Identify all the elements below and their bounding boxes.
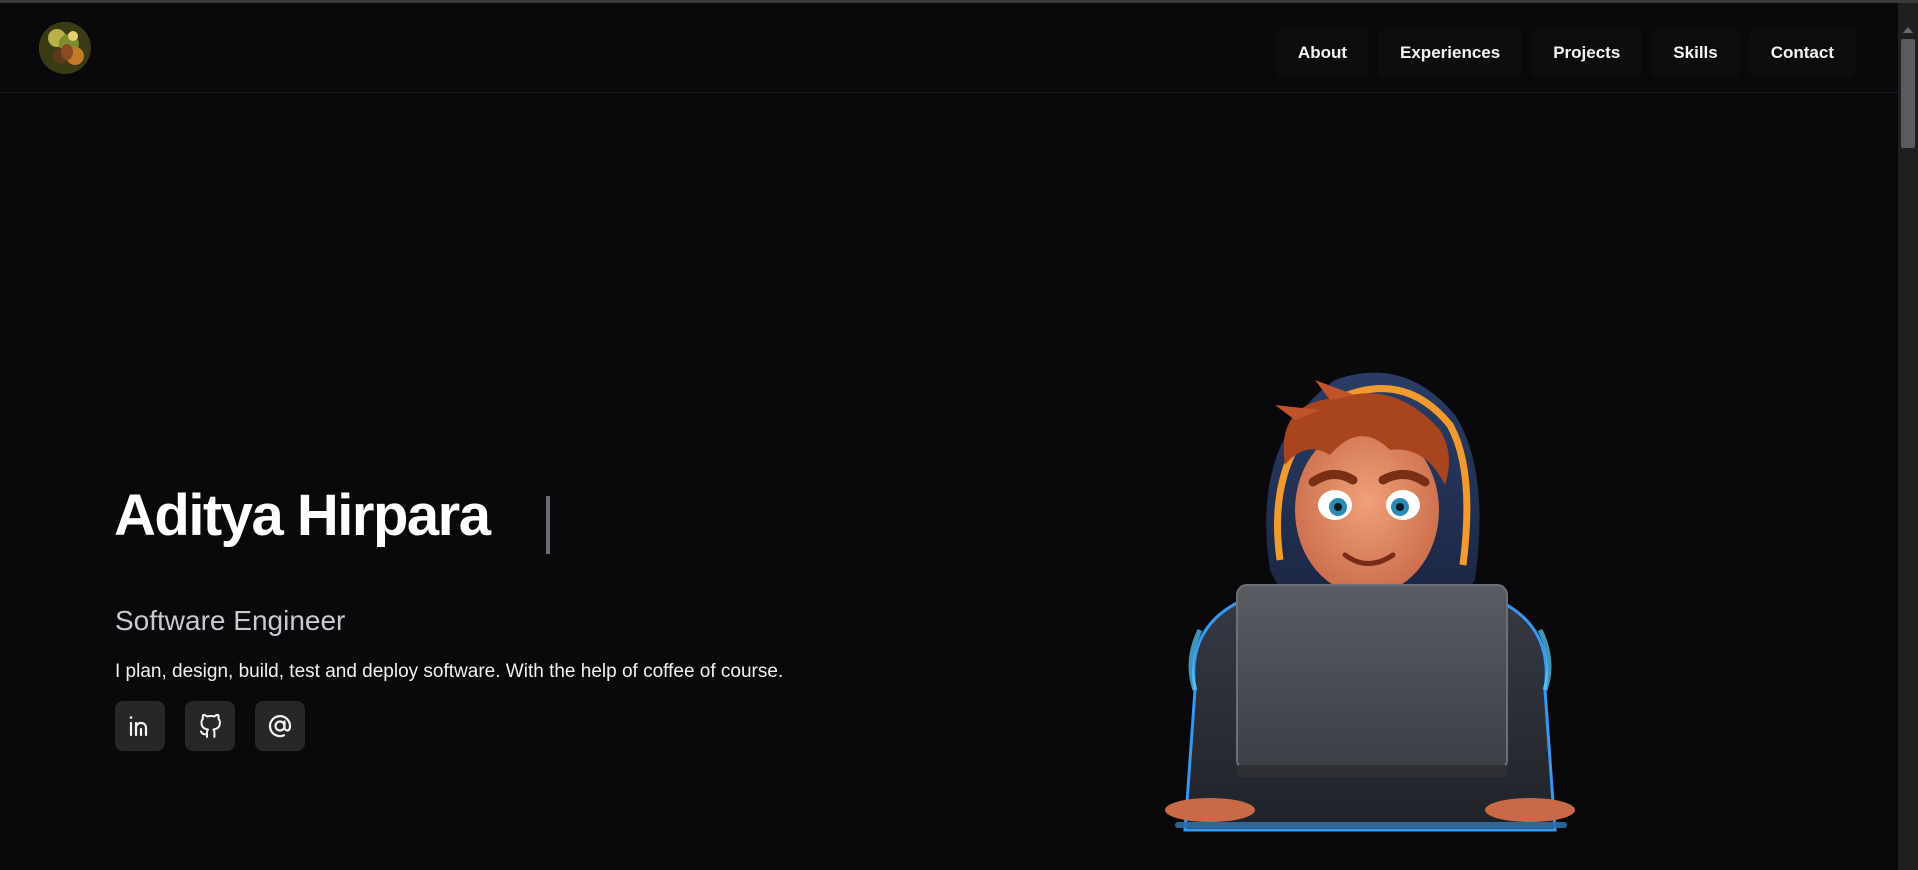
- typing-cursor: [546, 496, 550, 554]
- nav-projects[interactable]: Projects: [1531, 28, 1643, 78]
- linkedin-button[interactable]: [115, 701, 165, 751]
- hero-description: I plan, design, build, test and deploy s…: [115, 661, 784, 682]
- site-header: About Experiences Projects Skills Contac…: [0, 3, 1898, 93]
- nav-contact[interactable]: Contact: [1748, 28, 1856, 78]
- scrollbar-thumb[interactable]: [1901, 39, 1915, 148]
- logo-image-icon: [39, 22, 91, 74]
- nav-skills[interactable]: Skills: [1651, 28, 1740, 78]
- github-icon: [200, 713, 221, 738]
- nav-experiences[interactable]: Experiences: [1378, 28, 1523, 78]
- github-button[interactable]: [185, 701, 235, 751]
- main-nav: About Experiences Projects Skills Contac…: [1275, 28, 1856, 78]
- hero-role: Software Engineer: [115, 605, 346, 636]
- social-links: [115, 701, 305, 751]
- logo-avatar[interactable]: [39, 22, 91, 74]
- email-button[interactable]: [255, 701, 305, 751]
- scroll-up-arrow-icon[interactable]: [1903, 27, 1913, 33]
- email-at-icon: [268, 715, 292, 738]
- page-scrollbar[interactable]: [1898, 3, 1918, 870]
- linkedin-icon: [129, 716, 148, 737]
- developer-avatar-illustration: [1165, 372, 1575, 832]
- nav-about[interactable]: About: [1275, 28, 1370, 78]
- hero-name: Aditya Hirpara: [114, 483, 491, 548]
